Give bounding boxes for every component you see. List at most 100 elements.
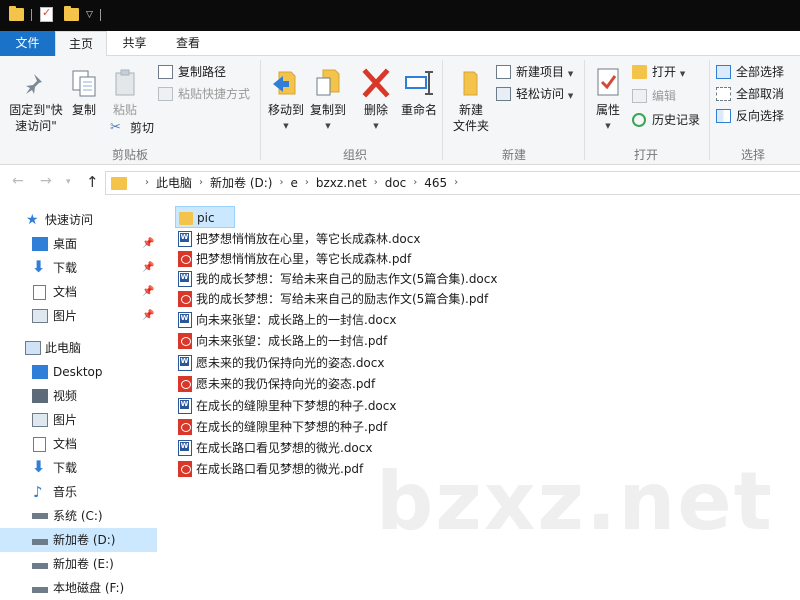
file-name: 愿未来的我仍保持向光的姿态.pdf	[196, 377, 376, 391]
breadcrumb-bzxz[interactable]: bzxz.net	[316, 172, 367, 194]
breadcrumb-doc[interactable]: doc	[385, 172, 407, 194]
new-folder-quick-icon[interactable]	[64, 6, 79, 21]
file-name: 在成长的缝隙里种下梦想的种子.pdf	[196, 420, 388, 434]
sidebar-item-music[interactable]: ♪ 音乐	[0, 480, 157, 504]
back-arrow-icon[interactable]: ←	[12, 173, 24, 189]
forward-arrow-icon[interactable]: →	[40, 173, 52, 189]
move-to-button[interactable]: 移动到 ▼	[265, 66, 307, 134]
cut-button[interactable]: ✂ 剪切	[110, 118, 154, 138]
sidebar-item-documents[interactable]: 文档 📌	[0, 280, 157, 304]
up-arrow-icon[interactable]: ↑	[86, 173, 99, 191]
word-document-icon	[178, 355, 192, 371]
sidebar-item-this-pc[interactable]: 此电脑	[0, 336, 157, 360]
sidebar-item-pictures-pc[interactable]: 图片	[0, 408, 157, 432]
move-to-label: 移动到	[267, 103, 304, 117]
tab-view[interactable]: 查看	[162, 31, 214, 56]
sidebar-item-drive-f[interactable]: 本地磁盘 (F:)	[0, 576, 157, 600]
sidebar-item-drive-d[interactable]: 新加卷 (D:)	[0, 528, 157, 552]
recent-locations-chevron-icon[interactable]: ▾	[66, 177, 71, 187]
drive-icon	[32, 587, 48, 593]
easy-access-label: 轻松访问	[516, 87, 565, 101]
copy-icon	[72, 70, 96, 97]
tab-share[interactable]: 共享	[107, 31, 162, 56]
sidebar-item-label: 文档	[53, 285, 78, 299]
breadcrumb-465[interactable]: 465	[424, 172, 447, 194]
file-name: 把梦想悄悄放在心里，等它长成森林.pdf	[196, 252, 412, 266]
customize-toolbar-icon[interactable]: ▽	[86, 10, 93, 20]
sidebar-item-label: 新加卷 (D:)	[53, 533, 116, 547]
easy-access-icon	[496, 87, 511, 101]
file-item-pic[interactable]: pic	[175, 206, 235, 228]
pdf-icon	[178, 291, 192, 307]
pinned-icon: 📌	[142, 310, 155, 321]
sidebar-item-pictures[interactable]: 图片 📌	[0, 304, 157, 328]
breadcrumb-separator-icon[interactable]: ›	[272, 172, 290, 194]
open-button[interactable]: 打开 ▼	[632, 62, 685, 82]
sidebar-item-drive-c[interactable]: 系统 (C:)	[0, 504, 157, 528]
copy-path-button[interactable]: 复制路径	[158, 62, 226, 82]
paste-shortcut-button[interactable]: 粘贴快捷方式	[158, 84, 250, 104]
tab-home[interactable]: 主页	[55, 31, 107, 57]
sidebar-item-desktop[interactable]: 桌面 📌	[0, 232, 157, 256]
properties-quick-icon[interactable]	[40, 6, 53, 22]
pin-icon	[26, 74, 42, 94]
sidebar-item-videos[interactable]: 视频	[0, 384, 157, 408]
copy-to-button[interactable]: 复制到 ▼	[308, 66, 348, 134]
address-bar[interactable]: › 此电脑 › 新加卷 (D:) › e › bzxz.net › doc › …	[105, 171, 800, 195]
paste-button[interactable]: 粘贴	[107, 68, 143, 118]
pdf-icon	[178, 376, 192, 392]
sidebar-item-quick-access[interactable]: ★ 快速访问	[0, 208, 157, 232]
breadcrumb-separator-icon[interactable]: ›	[298, 172, 316, 194]
properties-button[interactable]: 属性 ▼	[590, 66, 626, 134]
new-item-button[interactable]: 新建项目 ▼	[496, 62, 573, 82]
invert-selection-icon	[716, 109, 731, 123]
navigation-bar: ← → ▾ ↑ › 此电脑 › 新加卷 (D:) › e › bzxz.net …	[0, 165, 800, 200]
breadcrumb-separator-icon[interactable]: ›	[367, 172, 385, 194]
pdf-icon	[178, 251, 192, 267]
sidebar-item-downloads-pc[interactable]: ⬇ 下载	[0, 456, 157, 480]
picture-icon	[32, 309, 48, 323]
sidebar-item-label: 此电脑	[45, 341, 82, 355]
copy-path-icon	[158, 65, 173, 79]
sidebar-item-downloads[interactable]: ⬇ 下载 📌	[0, 256, 157, 280]
delete-button[interactable]: 删除 ▼	[358, 66, 394, 134]
picture-icon	[32, 413, 48, 427]
separator	[100, 9, 101, 21]
select-all-button[interactable]: 全部选择	[716, 62, 784, 82]
select-all-icon	[716, 65, 731, 79]
breadcrumb-separator-icon[interactable]: ›	[138, 172, 156, 194]
rename-button[interactable]: 重命名	[398, 66, 440, 118]
file-name: 向未来张望：成长路上的一封信.pdf	[196, 334, 388, 348]
new-folder-button[interactable]: 新建 文件夹	[448, 66, 494, 134]
new-folder-label-line2: 文件夹	[452, 119, 489, 133]
select-none-button[interactable]: 全部取消	[716, 84, 784, 104]
easy-access-button[interactable]: 轻松访问 ▼	[496, 84, 573, 104]
breadcrumb-separator-icon[interactable]: ›	[192, 172, 210, 194]
breadcrumb-this-pc[interactable]: 此电脑	[156, 172, 192, 194]
chevron-down-icon: ▼	[679, 70, 686, 78]
sidebar-item-drive-e[interactable]: 新加卷 (E:)	[0, 552, 157, 576]
breadcrumb-drive-d[interactable]: 新加卷 (D:)	[210, 172, 272, 194]
pin-to-quick-access-button[interactable]: 固定到"快 速访问"	[4, 68, 68, 134]
edit-button[interactable]: 编辑	[632, 86, 676, 106]
breadcrumb-separator-icon[interactable]: ›	[406, 172, 424, 194]
sidebar-item-documents-pc[interactable]: 文档	[0, 432, 157, 456]
group-label-clipboard: 剪贴板	[111, 148, 148, 162]
breadcrumb-e[interactable]: e	[290, 172, 297, 194]
chevron-down-icon: ▼	[325, 122, 331, 130]
sidebar-item-desktop-pc[interactable]: Desktop	[0, 360, 157, 384]
folder-icon	[9, 6, 24, 21]
breadcrumb-separator-icon[interactable]: ›	[447, 172, 465, 194]
tab-file[interactable]: 文件	[0, 31, 55, 56]
invert-selection-button[interactable]: 反向选择	[716, 106, 784, 126]
history-button[interactable]: 历史记录	[632, 110, 700, 130]
copy-button[interactable]: 复制	[66, 68, 102, 118]
select-none-icon	[716, 87, 731, 101]
sidebar-item-label: 图片	[53, 309, 78, 323]
delete-icon	[362, 68, 390, 98]
pinned-icon: 📌	[142, 238, 155, 249]
scissors-icon: ✂	[110, 120, 121, 135]
sidebar-item-label: Desktop	[53, 365, 103, 379]
document-icon	[33, 437, 46, 452]
music-note-icon: ♪	[33, 483, 43, 501]
